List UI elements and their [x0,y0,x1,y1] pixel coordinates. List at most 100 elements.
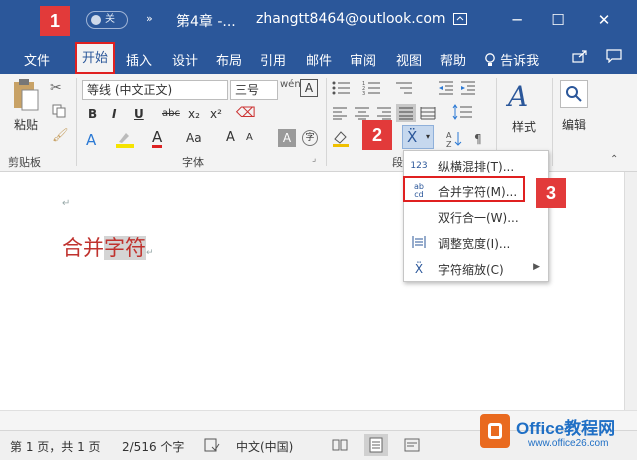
justify-icon[interactable] [396,104,416,122]
enclose-characters-icon[interactable]: 字 [302,130,318,146]
format-painter-icon[interactable]: 🖌 [52,128,69,143]
proofing-icon[interactable] [204,438,220,455]
paste-icon[interactable] [10,78,40,115]
increase-indent-icon[interactable] [460,80,476,99]
autosave-toggle[interactable]: 关 [86,11,128,29]
adjust-width-icon [410,235,428,251]
quick-access-more-icon[interactable]: » [146,12,153,25]
line-spacing-icon[interactable] [452,104,474,123]
menu-item-character-scale[interactable]: Ẍ 字符缩放(C) ▶ [404,256,548,282]
word-count[interactable]: 2/516 个字 [122,438,184,455]
tab-file[interactable]: 文件 [24,50,50,69]
close-button[interactable]: ✕ [592,8,616,32]
share-icon[interactable] [572,49,588,67]
vertical-horizontal-icon: 123 [410,161,428,171]
multilevel-list-icon[interactable] [394,80,414,99]
read-mode-icon[interactable] [332,438,348,455]
svg-text:3: 3 [362,91,365,96]
text-effects-icon[interactable]: A [86,131,96,149]
vertical-scrollbar[interactable] [624,172,637,410]
menu-item-label: 字符缩放(C) [438,263,504,277]
shading-icon[interactable] [332,129,350,150]
watermark-brand: Office教程网 [516,419,616,438]
comment-icon[interactable] [606,49,622,67]
superscript-button[interactable]: x² [210,107,222,121]
group-separator [326,78,327,166]
user-account[interactable]: zhangtt8464@outlook.com [256,11,446,27]
print-layout-icon[interactable] [364,434,388,456]
maximize-button[interactable]: ☐ [546,8,570,32]
language-status[interactable]: 中文(中国) [236,438,293,455]
ribbon-display-icon[interactable] [448,8,472,32]
find-icon[interactable] [560,80,588,108]
strikethrough-button[interactable]: abc [162,108,180,119]
menu-item-adjust-width[interactable]: 调整宽度(I)... [404,230,548,256]
word-window: 关 » 第4章 -... zhangtt8464@outlook.com ─ ☐… [0,0,637,460]
bold-button[interactable]: B [88,107,97,121]
highlight-color-icon[interactable] [116,130,134,148]
chevron-down-icon: ▾ [426,132,431,141]
tab-layout[interactable]: 布局 [216,50,242,69]
document-text[interactable]: 合并字符↵ [62,232,154,262]
collapse-ribbon-icon[interactable]: ⌃ [610,154,618,165]
shrink-font-button[interactable]: A [246,132,253,143]
autosave-toggle-label: 关 [105,14,115,25]
decrease-indent-icon[interactable] [438,80,454,99]
distributed-icon[interactable] [420,106,436,123]
cut-icon[interactable]: ✂ [50,80,62,96]
phonetic-guide-icon[interactable]: wén [280,79,301,90]
character-shading-icon[interactable]: A [278,129,296,147]
tab-insert[interactable]: 插入 [126,50,152,69]
web-layout-icon[interactable] [404,438,420,455]
tell-me-label: 告诉我 [500,54,540,69]
change-case-button[interactable]: Aa [186,131,202,145]
tab-home[interactable]: 开始 [75,42,115,74]
tab-help[interactable]: 帮助 [440,50,466,69]
tab-mailings[interactable]: 邮件 [306,50,332,69]
svg-text:A: A [446,131,452,140]
show-marks-icon[interactable]: ¶ [474,132,482,146]
toggle-knob [91,15,101,25]
asian-layout-menu: 123 纵横混排(T)... ab cd 合并字符(M)... 双行合一(W)..… [403,150,549,282]
numbering-icon[interactable]: 123 [362,80,382,99]
sort-icon[interactable]: AZ [446,130,464,151]
font-size-select[interactable]: 三号 [230,80,278,100]
tab-design[interactable]: 设计 [172,50,198,69]
font-name-select[interactable]: 等线 (中文正文) [82,80,228,100]
menu-item-two-lines-in-one[interactable]: 双行合一(W)... [404,204,548,230]
tab-view[interactable]: 视图 [396,50,422,69]
step-badge-3: 3 [536,178,566,208]
minimize-button[interactable]: ─ [505,8,529,32]
tab-review[interactable]: 审阅 [350,50,376,69]
highlight-box [403,176,525,202]
menu-item-label: 双行合一(W)... [438,211,519,225]
styles-icon[interactable]: A [508,80,528,113]
paste-label[interactable]: 粘贴 [14,116,38,133]
font-color-icon[interactable]: A [152,129,163,148]
align-left-icon[interactable] [332,106,348,123]
office-logo-icon [480,414,510,448]
tell-me-search[interactable]: 告诉我 [484,50,539,69]
watermark-logo: Office教程网 www.office26.com [476,408,637,460]
page-count[interactable]: 第 1 页，共 1 页 [10,438,101,455]
asian-layout-button[interactable]: Ẍ ▾ [402,125,434,149]
editing-label[interactable]: 编辑 [562,116,586,133]
italic-button[interactable]: I [112,107,116,121]
subscript-button[interactable]: x₂ [188,107,200,121]
document-title: 第4章 -... [176,14,236,30]
copy-icon[interactable] [52,104,66,121]
styles-label[interactable]: 样式 [512,118,536,135]
tab-references[interactable]: 引用 [260,50,286,69]
text-unselected: 合并 [62,236,104,260]
underline-button[interactable]: U [134,107,144,121]
text-selected: 字符 [104,236,146,260]
clear-formatting-icon[interactable]: ⌫ [236,105,256,121]
bullets-icon[interactable] [332,80,352,99]
menu-item-label: 调整宽度(I)... [438,237,511,251]
character-border-icon[interactable]: A [300,79,318,97]
grow-font-button[interactable]: A [226,130,235,145]
group-separator [552,78,553,166]
paragraph-mark: ↵ [146,248,154,258]
lightbulb-icon [484,53,500,69]
font-dialog-launcher-icon[interactable]: ⌟ [312,154,316,164]
